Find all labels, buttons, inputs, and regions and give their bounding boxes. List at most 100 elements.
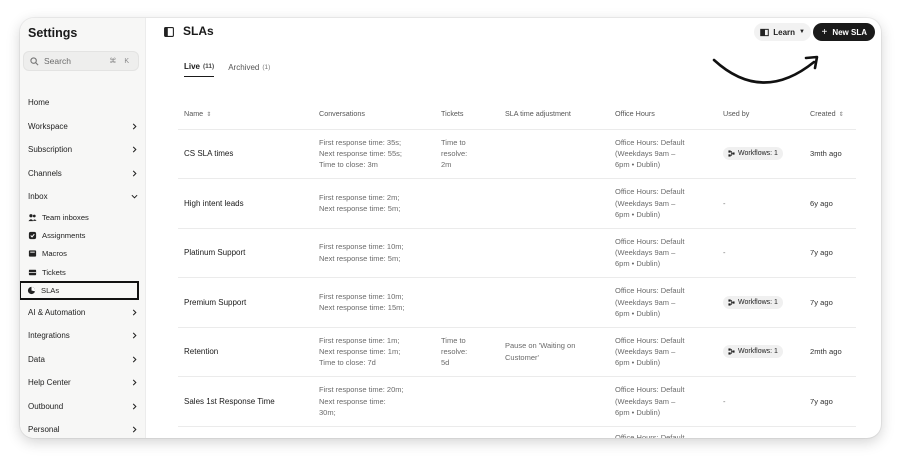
workflows-badge[interactable]: Workflows: 1 — [723, 295, 783, 309]
cell-tickets — [435, 277, 499, 328]
sidebar: Settings Search ⌘ K Home Workspace Subsc… — [20, 18, 146, 438]
sidebar-item-macros[interactable]: Macros — [20, 245, 146, 263]
cell-created: 7y ago — [804, 376, 856, 427]
cell-created: 2mth ago — [804, 327, 856, 377]
plus-icon: + — [821, 26, 828, 38]
tickets-icon — [28, 269, 37, 275]
cell-empty — [499, 426, 609, 438]
workflows-badge[interactable]: Workflows: 1 — [723, 345, 783, 359]
column-header-created[interactable]: Created ⇕ — [804, 98, 856, 130]
cell-adjustment — [499, 228, 609, 278]
sidebar-item-ai-automation[interactable]: AI & Automation — [20, 300, 146, 324]
settings-window: Settings Search ⌘ K Home Workspace Subsc… — [20, 18, 881, 438]
cell-created: 3mth ago — [804, 129, 856, 179]
sidebar-item-label: Outbound — [28, 401, 64, 411]
table-row[interactable]: Sales 1st Response Time First response ti… — [178, 376, 856, 427]
sidebar-item-personal[interactable]: Personal — [20, 418, 146, 438]
book-icon — [760, 28, 770, 36]
chevron-right-icon — [132, 309, 137, 315]
chevron-right-icon — [132, 379, 137, 386]
annotation-arrow-icon — [712, 55, 819, 84]
cell-conversations: First response time: 2m; Next response t… — [313, 178, 435, 229]
sidebar-toggle-icon[interactable] — [164, 27, 174, 37]
new-sla-button[interactable]: + New SLA — [813, 23, 875, 41]
learn-button[interactable]: Learn ▼ — [754, 23, 811, 41]
cell-used-by: Workflows: 1 — [717, 327, 804, 377]
cell-empty — [804, 426, 856, 438]
cell-used-by: - — [717, 178, 804, 229]
cell-office-hours: Office Hours: Default (Weekdays 9am – 6p… — [609, 178, 717, 229]
sidebar-title: Settings — [28, 26, 78, 40]
sidebar-item-label: Data — [28, 354, 45, 364]
sidebar-item-help-center[interactable]: Help Center — [20, 371, 146, 395]
sidebar-item-team-inboxes[interactable]: Team inboxes — [20, 209, 146, 227]
search-input[interactable]: Search ⌘ K — [23, 51, 139, 71]
column-label: Name — [184, 108, 204, 118]
sidebar-item-inbox[interactable]: Inbox — [20, 185, 146, 209]
table-header-row: Name ⇕ Conversations Tickets SLA time adj… — [178, 98, 856, 130]
sidebar-item-workspace[interactable]: Workspace — [20, 115, 146, 139]
cell-empty — [435, 426, 499, 438]
cell-office-hours: Office Hours: Default — [609, 426, 717, 438]
cell-created: 6y ago — [804, 178, 856, 229]
cell-empty — [178, 426, 313, 438]
cell-name: Sales 1st Response Time — [178, 376, 313, 427]
cell-office-hours: Office Hours: Default (Weekdays 9am – 6p… — [609, 277, 717, 328]
cell-used-by: - — [717, 228, 804, 278]
sla-table: Name ⇕ Conversations Tickets SLA time adj… — [178, 98, 856, 438]
table-row[interactable]: Office Hours: Default — [178, 426, 856, 438]
new-sla-label: New SLA — [832, 27, 867, 37]
sidebar-item-data[interactable]: Data — [20, 347, 146, 371]
table-row[interactable]: High intent leads First response time: 2m… — [178, 178, 856, 229]
tab-label: Live — [184, 62, 201, 71]
workflows-badge[interactable]: Workflows: 1 — [723, 147, 783, 161]
cell-name: Platinum Support — [178, 228, 313, 278]
cell-adjustment — [499, 376, 609, 427]
sidebar-item-slas[interactable]: SLAs — [20, 281, 139, 301]
table-row[interactable]: Retention First response time: 1m; Next r… — [178, 327, 856, 377]
sidebar-item-label: Macros — [42, 249, 67, 259]
sidebar-item-channels[interactable]: Channels — [20, 162, 146, 186]
chevron-right-icon — [132, 356, 137, 362]
cell-name: High intent leads — [178, 178, 313, 229]
table-row[interactable]: Platinum Support First response time: 10m… — [178, 228, 856, 278]
chevron-right-icon — [132, 426, 137, 433]
chevron-right-icon — [132, 403, 137, 409]
search-icon — [30, 56, 39, 65]
cell-office-hours: Office Hours: Default (Weekdays 9am – 6p… — [609, 129, 717, 179]
tab-archived[interactable]: Archived (1) — [228, 62, 270, 77]
sidebar-item-label: Assignments — [42, 231, 86, 241]
sidebar-item-label: SLAs — [41, 286, 60, 296]
sidebar-item-label: Personal — [28, 425, 60, 434]
cell-office-hours: Office Hours: Default (Weekdays 9am – 6p… — [609, 376, 717, 427]
sidebar-item-subscription[interactable]: Subscription — [20, 138, 146, 162]
sidebar-item-integrations[interactable]: Integrations — [20, 324, 146, 348]
tab-live[interactable]: Live (11) — [184, 62, 215, 77]
chevron-right-icon — [132, 123, 137, 130]
sidebar-item-tickets[interactable]: Tickets — [20, 263, 146, 281]
sidebar-item-outbound[interactable]: Outbound — [20, 394, 146, 418]
cell-adjustment — [499, 178, 609, 229]
chevron-right-icon — [132, 332, 137, 339]
page-header: SLAs Learn ▼ + New SLA — [146, 18, 881, 48]
column-header-name[interactable]: Name ⇕ — [178, 98, 313, 130]
sidebar-nav: Home Workspace Subscription Channels Inb… — [20, 91, 146, 438]
table-row[interactable]: CS SLA times First response time: 35s; Ne… — [178, 129, 856, 179]
badge-label: Workflows: 1 — [738, 348, 778, 356]
column-header-used-by: Used by — [717, 98, 804, 130]
column-label: Created — [810, 108, 836, 118]
table-row[interactable]: Premium Support First response time: 10m;… — [178, 277, 856, 328]
sidebar-item-home[interactable]: Home — [20, 91, 146, 115]
page-title: SLAs — [183, 24, 214, 38]
sidebar-item-assignments[interactable]: Assignments — [20, 227, 146, 245]
chevron-right-icon — [132, 170, 137, 177]
column-header-sla-adjustment: SLA time adjustment — [499, 98, 609, 130]
tab-bar: Live (11) Archived (1) — [184, 62, 270, 77]
cell-tickets: Time to resolve: 2m — [435, 129, 499, 179]
sla-icon — [27, 287, 36, 295]
cell-empty — [313, 426, 435, 438]
cell-tickets — [435, 228, 499, 278]
cell-tickets — [435, 376, 499, 427]
cell-name: Premium Support — [178, 277, 313, 328]
macros-icon — [28, 250, 37, 258]
